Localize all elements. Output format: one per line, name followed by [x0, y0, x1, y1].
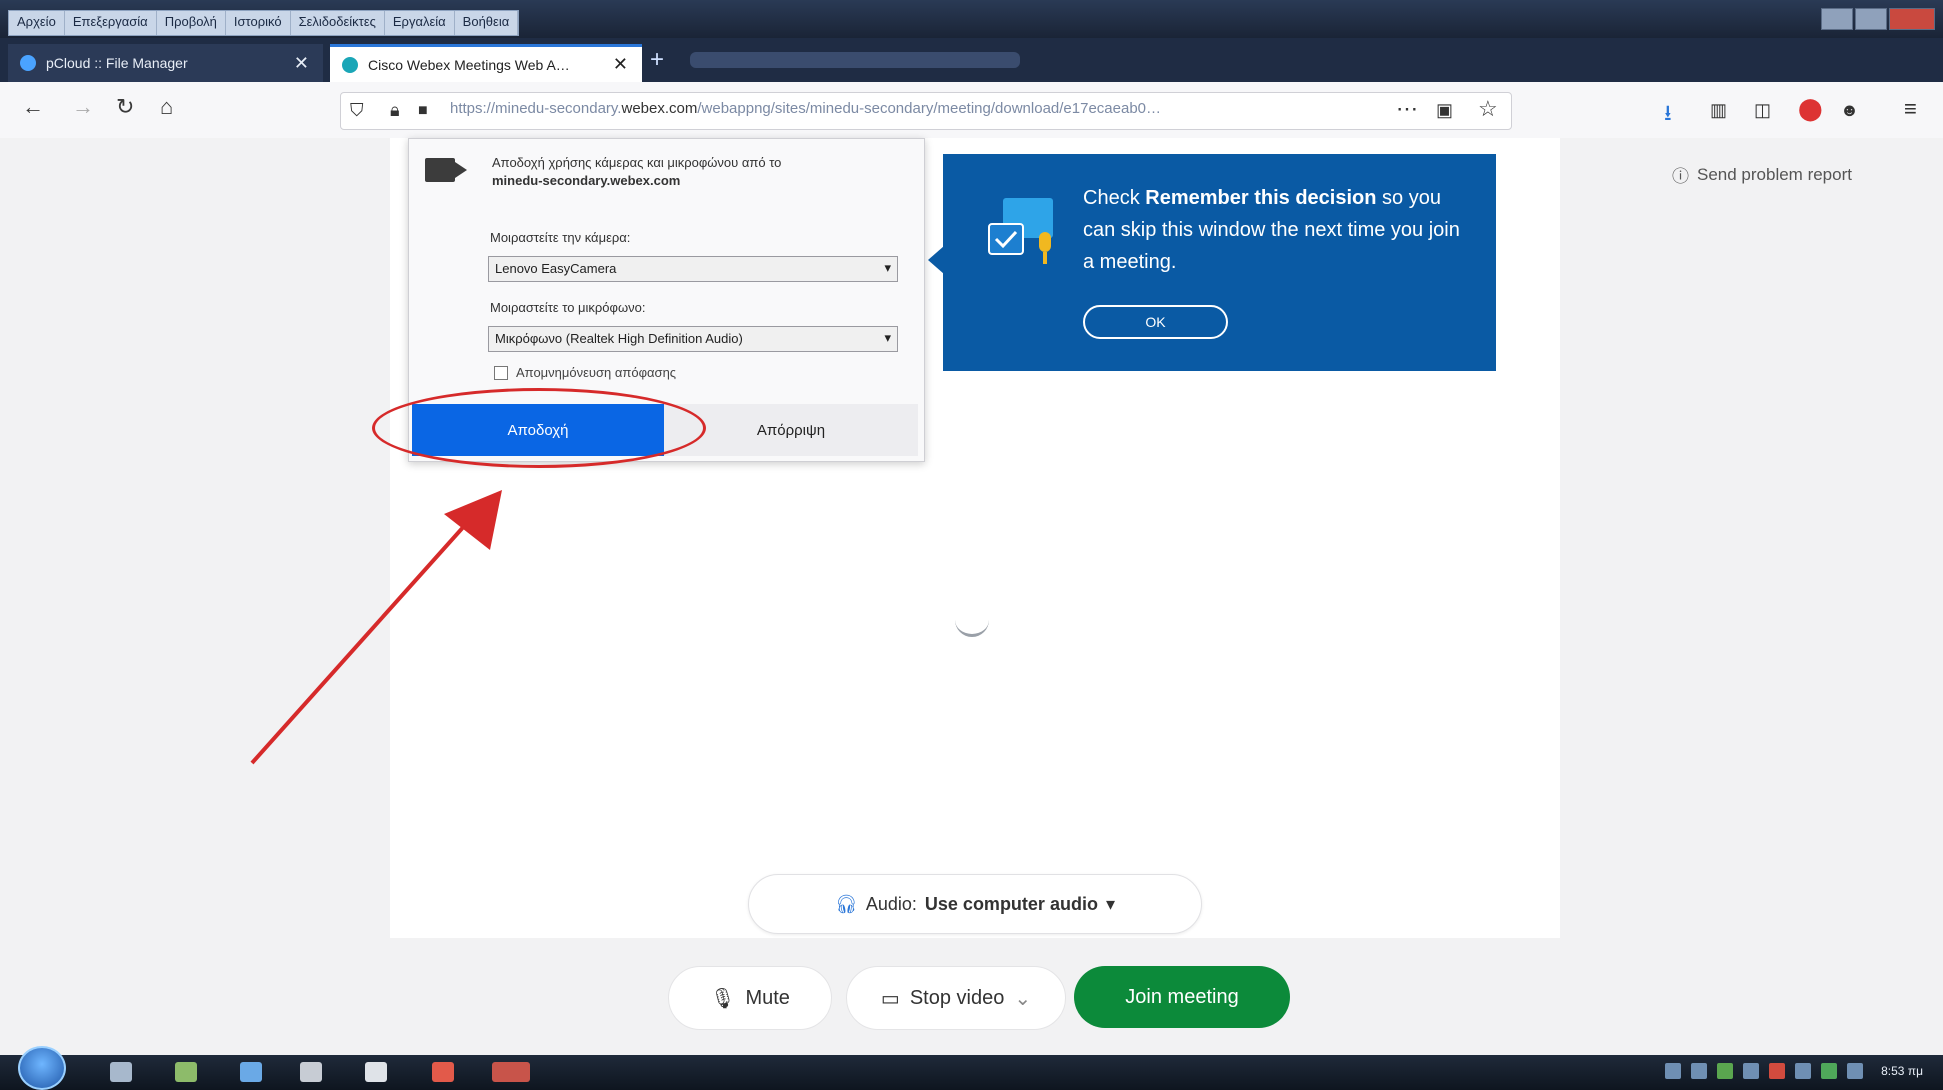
reload-icon[interactable]: ↻ [116, 94, 134, 120]
menu-bar: Αρχείο Επεξεργασία Προβολή Ιστορικό Σελι… [8, 10, 520, 36]
new-tab-button[interactable]: + [650, 46, 664, 74]
checkbox-box[interactable] [494, 365, 508, 380]
flag-icon[interactable] [1847, 1063, 1864, 1079]
chevron-down-icon: ▾ [1105, 893, 1115, 914]
minimize-button[interactable] [1821, 8, 1853, 30]
camera-permission-icon[interactable]: ■ [418, 102, 428, 120]
tray-icon[interactable] [1665, 1063, 1682, 1079]
taskbar-app-icon[interactable] [300, 1062, 322, 1082]
account-icon[interactable]: ☻ [1840, 100, 1859, 121]
camera-label: Μοιραστείτε την κάμερα: [490, 230, 631, 245]
tray-icon[interactable] [1691, 1063, 1708, 1079]
menu-item[interactable]: Βοήθεια [455, 11, 519, 35]
bookmark-star-icon[interactable]: ☆ [1478, 96, 1498, 122]
help-icon: ⓘ [1672, 167, 1689, 186]
tab-pcloud[interactable]: pCloud :: File Manager ✕ [8, 44, 323, 82]
shield-icon[interactable]: ⛉ [350, 100, 364, 121]
back-icon[interactable]: ← [22, 94, 44, 120]
taskbar-app-icon[interactable] [365, 1062, 387, 1082]
checkbox-illustration-icon [988, 198, 1053, 264]
permission-message: Αποδοχή χρήσης κάμερας και μικροφώνου απ… [492, 155, 782, 188]
url-text: https://minedu-secondary.webex.com/webap… [450, 100, 1161, 117]
taskbar-app-icon[interactable] [175, 1062, 197, 1082]
library-icon[interactable]: ▥ [1710, 100, 1727, 121]
mic-select[interactable]: Μικρόφωνο (Realtek High Definition Audio… [488, 326, 898, 352]
volume-icon[interactable] [1795, 1063, 1812, 1079]
more-icon[interactable]: ⋯ [1396, 96, 1418, 122]
menu-icon[interactable]: ≡ [1904, 96, 1917, 122]
start-button[interactable] [18, 1046, 66, 1090]
download-icon[interactable]: ⭳ [1664, 96, 1672, 134]
tray-icon[interactable] [1743, 1063, 1760, 1079]
forward-icon[interactable]: → [72, 94, 94, 120]
taskbar-app-icon[interactable] [240, 1062, 262, 1082]
mute-button[interactable]: 🎙︎ Mute [668, 966, 832, 1030]
audio-label: Audio: [865, 893, 917, 914]
windows-taskbar [0, 1055, 1943, 1090]
network-icon[interactable] [1821, 1063, 1838, 1079]
close-icon[interactable]: ✕ [294, 53, 309, 74]
callout-pointer [928, 246, 944, 274]
tab-title: Cisco Webex Meetings Web A… [368, 56, 570, 73]
remember-decision-checkbox[interactable]: Απομνημόνευση απόφασης [494, 365, 676, 380]
menu-item[interactable]: Ιστορικό [226, 11, 291, 35]
mic-label: Μοιραστείτε το μικρόφωνο: [490, 300, 646, 315]
send-problem-report-label: Send problem report [1697, 164, 1852, 184]
microphone-icon: 🎙︎ [710, 987, 736, 1010]
ok-button[interactable]: OK [1083, 305, 1228, 339]
cloud-icon [20, 55, 36, 71]
tray-icon[interactable] [1769, 1063, 1786, 1079]
stop-video-label: Stop video [909, 986, 1005, 1009]
remember-label: Απομνημόνευση απόφασης [516, 365, 677, 380]
tab-title: pCloud :: File Manager [46, 55, 188, 71]
taskbar-app-icon[interactable] [110, 1062, 132, 1082]
video-camera-icon: ▭ [880, 987, 900, 1010]
audio-selector[interactable]: 🎧︎ Audio: Use computer audio ▾ [748, 874, 1202, 934]
send-problem-report-link[interactable]: ⓘ Send problem report [1672, 162, 1852, 187]
tab-webex[interactable]: Cisco Webex Meetings Web A… ✕ [330, 44, 642, 82]
window-controls [1821, 8, 1935, 30]
join-meeting-button[interactable]: Join meeting [1074, 966, 1290, 1028]
tab-strip-filler [690, 52, 1020, 68]
system-tray: 8:53 πμ [1665, 1063, 1923, 1079]
menu-item[interactable]: Αρχείο [9, 11, 65, 35]
close-window-button[interactable] [1889, 8, 1935, 30]
audio-value: Use computer audio [924, 893, 1098, 914]
menu-item[interactable]: Επεξεργασία [65, 11, 157, 35]
close-icon[interactable]: ✕ [613, 54, 628, 75]
camera-select[interactable]: Lenovo EasyCamera [488, 256, 898, 282]
blocker-icon[interactable]: ⬤ [1798, 96, 1823, 122]
taskbar-firefox-icon[interactable] [492, 1062, 530, 1082]
pocket-icon[interactable]: ▣ [1436, 100, 1453, 121]
camera-icon [425, 158, 467, 182]
stop-video-button[interactable]: ▭ Stop video ⌄ [846, 966, 1066, 1030]
taskbar-app-icon[interactable] [432, 1062, 454, 1082]
menu-item[interactable]: Προβολή [157, 11, 226, 35]
lock-icon[interactable]: 🔒︎ [390, 100, 400, 121]
mute-label: Mute [745, 986, 790, 1009]
permission-domain: minedu-secondary.webex.com [492, 173, 681, 188]
chevron-down-icon[interactable]: ⌄ [1014, 986, 1031, 1011]
tray-icon[interactable] [1717, 1063, 1734, 1079]
home-icon[interactable]: ⌂ [160, 94, 173, 120]
audio-headset-icon: 🎧︎ [835, 893, 858, 914]
maximize-button[interactable] [1855, 8, 1887, 30]
sidebar-icon[interactable]: ◫ [1754, 100, 1771, 121]
menu-item[interactable]: Σελιδοδείκτες [291, 11, 385, 35]
webex-icon [342, 56, 358, 73]
annotation-ellipse [372, 388, 706, 468]
callout-text: Check Remember this decision so you can … [1083, 187, 1460, 273]
clock[interactable]: 8:53 πμ [1881, 1064, 1923, 1078]
menu-item[interactable]: Εργαλεία [385, 11, 455, 35]
